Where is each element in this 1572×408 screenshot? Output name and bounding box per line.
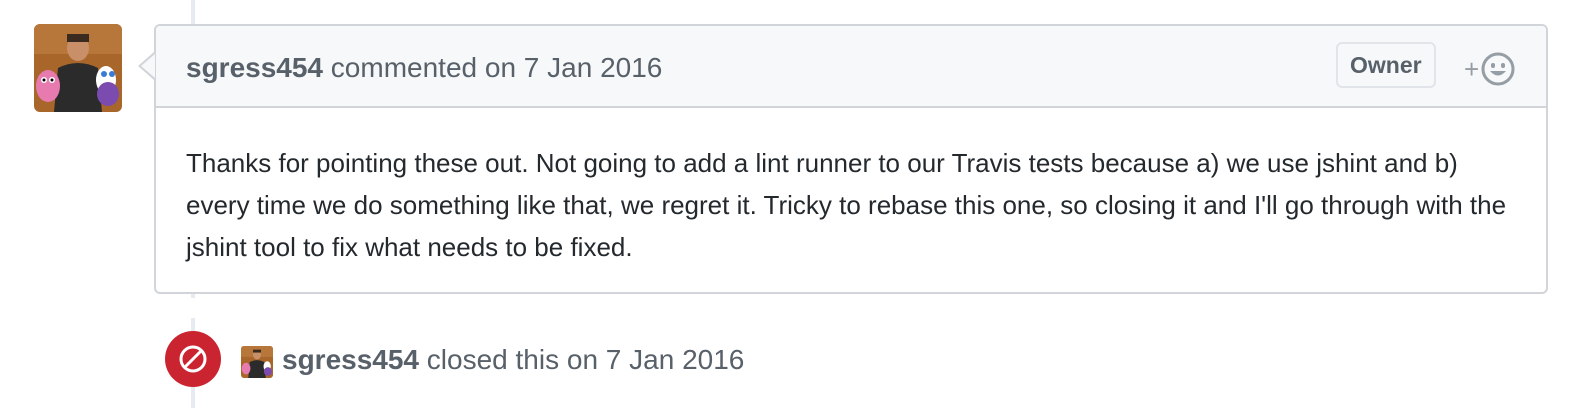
circle-slash-icon (179, 345, 207, 373)
timeline-gap (191, 298, 195, 318)
closed-event-text: sgress454 closed this on 7 Jan 2016 (282, 344, 744, 376)
plus-icon: + (1464, 54, 1480, 84)
comment-body: Thanks for pointing these out. Not going… (186, 148, 1507, 262)
comment-pointer-fill (141, 54, 155, 78)
avatar-image (34, 24, 122, 112)
closed-event-avatar[interactable] (241, 346, 273, 378)
comment-author-avatar[interactable] (34, 24, 122, 112)
comment-timestamp-link[interactable]: 7 Jan 2016 (524, 52, 663, 83)
closed-event-timestamp-link[interactable]: 7 Jan 2016 (606, 344, 745, 375)
comment-meta: sgress454 commented on 7 Jan 2016 (186, 52, 662, 84)
closed-event-badge (165, 331, 221, 387)
closed-event-action: closed this on (426, 344, 599, 375)
avatar-image (241, 346, 273, 378)
smiley-icon (1481, 52, 1515, 86)
owner-badge: Owner (1336, 42, 1436, 88)
comment-action: commented on (330, 52, 517, 83)
issue-timeline: sgress454 commented on 7 Jan 2016 Owner … (0, 0, 1572, 408)
comment-box: sgress454 commented on 7 Jan 2016 Owner … (154, 24, 1548, 294)
closed-event-author-link[interactable]: sgress454 (282, 344, 419, 375)
add-reaction-button[interactable]: + (1464, 52, 1515, 86)
comment-header: sgress454 commented on 7 Jan 2016 Owner … (156, 26, 1546, 108)
comment-author-link[interactable]: sgress454 (186, 52, 323, 83)
